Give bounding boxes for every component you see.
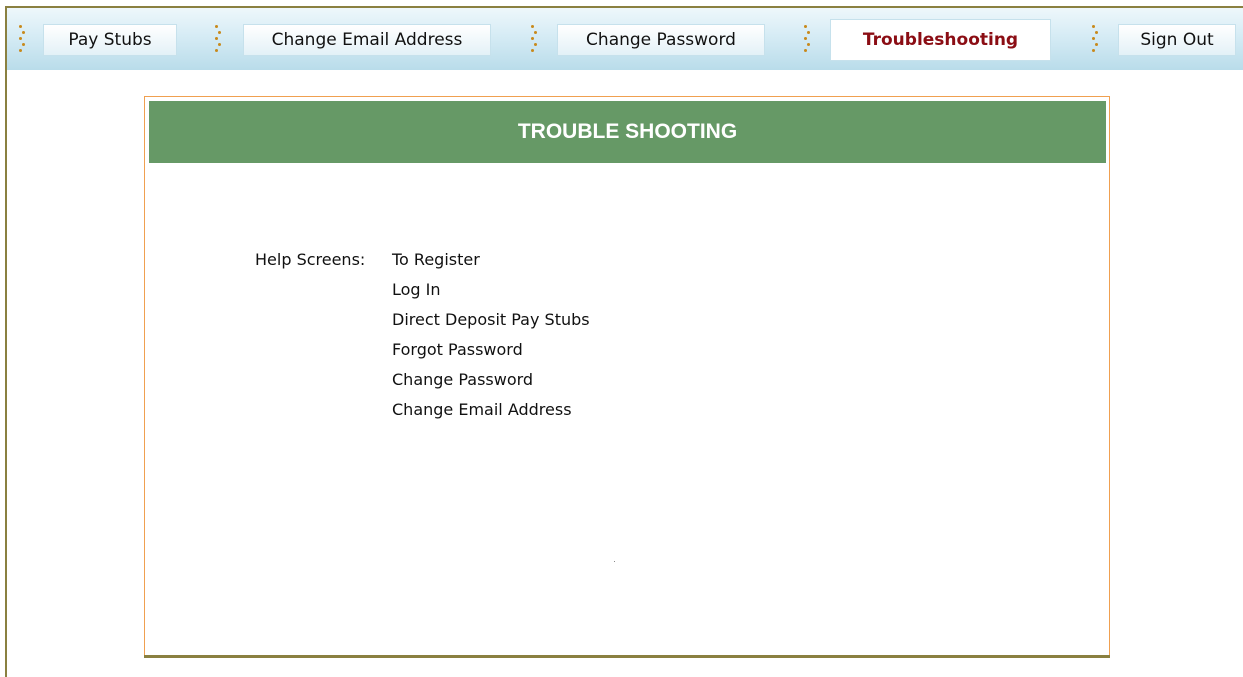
help-screens-label: Help Screens: (255, 250, 366, 269)
help-link-change-email-address[interactable]: Change Email Address (392, 400, 590, 430)
dotted-separator-icon (215, 23, 221, 57)
dotted-separator-icon (1092, 23, 1098, 57)
stray-dot (614, 561, 615, 562)
nav-tab-troubleshooting[interactable]: Troubleshooting (831, 20, 1050, 60)
top-nav-bar: Pay Stubs Change Email Address Change Pa… (7, 8, 1243, 70)
troubleshooting-panel: TROUBLE SHOOTING Help Screens: To Regist… (144, 96, 1110, 658)
nav-tab-change-email-address[interactable]: Change Email Address (243, 24, 491, 56)
dotted-separator-icon (804, 23, 810, 57)
help-link-log-in[interactable]: Log In (392, 280, 590, 310)
help-link-forgot-password[interactable]: Forgot Password (392, 340, 590, 370)
nav-tab-pay-stubs[interactable]: Pay Stubs (43, 24, 177, 56)
panel-bottom-border (144, 655, 1110, 658)
help-links-list: To Register Log In Direct Deposit Pay St… (392, 250, 590, 430)
nav-tab-sign-out[interactable]: Sign Out (1118, 24, 1236, 56)
dotted-separator-icon (531, 23, 537, 57)
help-link-change-password[interactable]: Change Password (392, 370, 590, 400)
help-link-to-register[interactable]: To Register (392, 250, 590, 280)
dotted-separator-icon (19, 23, 25, 57)
panel-title: TROUBLE SHOOTING (149, 101, 1106, 163)
nav-tab-change-password[interactable]: Change Password (557, 24, 765, 56)
help-link-direct-deposit-pay-stubs[interactable]: Direct Deposit Pay Stubs (392, 310, 590, 340)
